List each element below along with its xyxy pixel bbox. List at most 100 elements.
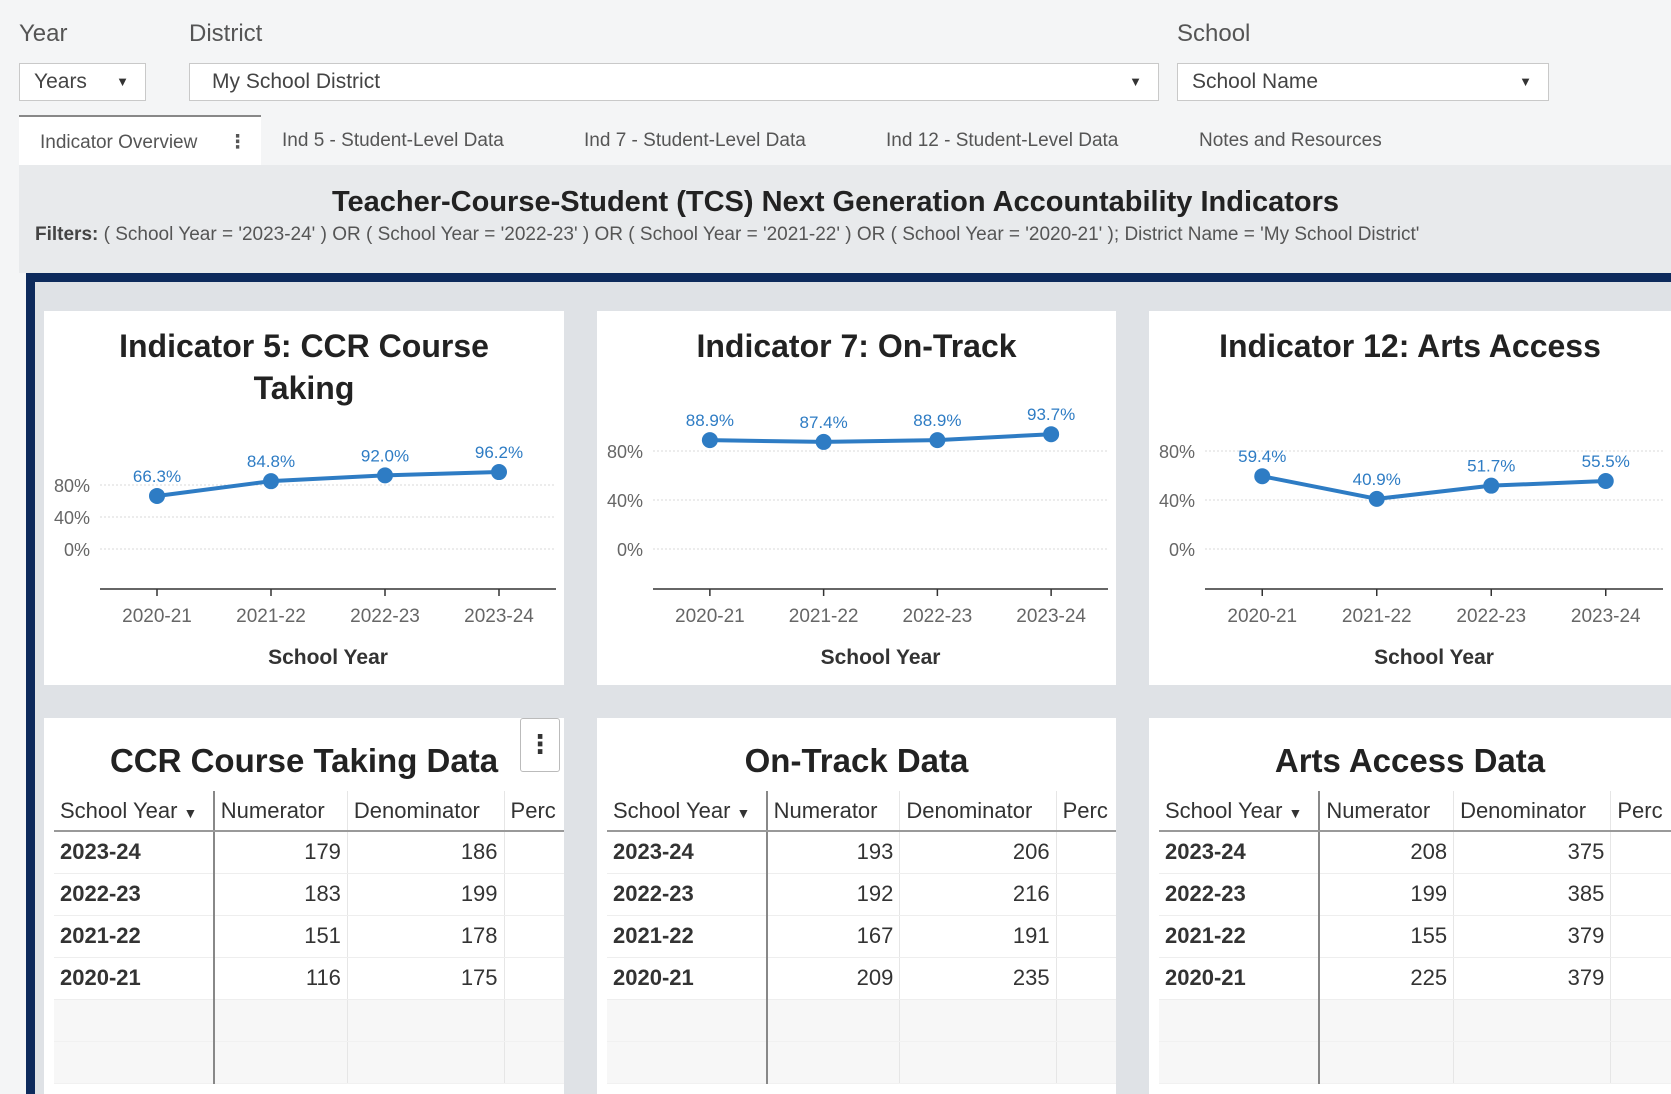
data-label: 66.3% xyxy=(133,467,181,486)
column-header-denominator[interactable]: Denominator xyxy=(347,791,505,832)
data-point xyxy=(701,432,718,449)
district-select[interactable]: My School District ▼ xyxy=(189,63,1159,101)
column-header-perc[interactable]: Perc xyxy=(504,791,564,832)
column-header-label: Numerator xyxy=(773,797,878,823)
column-header-label: Perc xyxy=(1062,797,1108,823)
table-row[interactable]: 2020-21 209 235 xyxy=(607,957,1116,1000)
column-header-perc[interactable]: Perc xyxy=(1610,791,1671,832)
tab-indicator-overview[interactable]: Indicator Overview ⋮ xyxy=(19,115,261,165)
cell-perc xyxy=(504,873,564,916)
column-header-school-year[interactable]: School Year ▼ xyxy=(1159,791,1321,832)
table-row[interactable]: 2020-21 225 379 xyxy=(1159,957,1671,1000)
sort-caret-down-icon[interactable]: ▼ xyxy=(1288,805,1302,821)
empty-cell xyxy=(899,1041,1057,1084)
cell-perc xyxy=(1610,873,1671,916)
data-label: 92.0% xyxy=(361,446,409,465)
tab-ind5-student-level[interactable]: Ind 5 - Student-Level Data xyxy=(282,115,504,165)
column-header-denominator[interactable]: Denominator xyxy=(1453,791,1612,832)
tab-label: Indicator Overview xyxy=(40,132,198,153)
sort-caret-down-icon[interactable]: ▼ xyxy=(183,805,197,821)
data-point xyxy=(1597,473,1614,490)
table-row[interactable]: 2020-21 116 175 xyxy=(54,957,564,1000)
report-header xyxy=(19,165,1671,273)
data-point xyxy=(1254,468,1271,485)
x-tick-label: 2023-24 xyxy=(1571,606,1641,627)
table-row[interactable]: 2021-22 151 178 xyxy=(54,915,564,958)
table-header-row: School Year ▼ Numerator Denominator Perc xyxy=(1159,791,1671,832)
table-row[interactable]: 2023-24 193 206 xyxy=(607,831,1116,874)
tab-ind12-student-level[interactable]: Ind 12 - Student-Level Data xyxy=(886,115,1118,165)
cell-den: 385 xyxy=(1453,873,1612,916)
x-tick-label: 2021-22 xyxy=(236,606,306,627)
empty-cell xyxy=(1610,999,1671,1042)
empty-cell xyxy=(1159,1041,1321,1084)
column-header-numerator[interactable]: Numerator xyxy=(766,791,901,832)
cell-den: 216 xyxy=(899,873,1057,916)
column-header-school-year[interactable]: School Year ▼ xyxy=(607,791,768,832)
column-header-denominator[interactable]: Denominator xyxy=(899,791,1057,832)
table-header-row: School Year ▼ Numerator Denominator Perc xyxy=(54,791,564,832)
caret-down-icon: ▼ xyxy=(1129,74,1142,89)
cell-perc xyxy=(1610,957,1671,1000)
cell-year: 2023-24 xyxy=(607,831,768,874)
column-header-label: Numerator xyxy=(220,797,325,823)
cell-num: 199 xyxy=(1319,873,1455,916)
chart-title: Taking xyxy=(254,370,355,406)
indicator-5-chart-card: Indicator 5: CCR Course Taking 80% 40% 0% 202… xyxy=(44,311,564,685)
school-select[interactable]: School Name ▼ xyxy=(1177,63,1549,101)
data-label: 84.8% xyxy=(247,452,295,471)
table-row[interactable]: 2023-24 179 186 xyxy=(54,831,564,874)
tab-notes-resources[interactable]: Notes and Resources xyxy=(1199,115,1382,165)
empty-row xyxy=(54,1041,564,1084)
table-row[interactable]: 2022-23 183 199 xyxy=(54,873,564,916)
column-header-numerator[interactable]: Numerator xyxy=(1319,791,1455,832)
tab-ind7-student-level[interactable]: Ind 7 - Student-Level Data xyxy=(584,115,806,165)
empty-cell xyxy=(1610,1041,1671,1084)
empty-cell xyxy=(1453,1041,1612,1084)
cell-perc xyxy=(1056,915,1116,958)
y-tick-label: 40% xyxy=(1159,491,1195,511)
table-row[interactable]: 2022-23 192 216 xyxy=(607,873,1116,916)
year-select[interactable]: Years ▼ xyxy=(19,63,146,101)
table-row[interactable]: 2023-24 208 375 xyxy=(1159,831,1671,874)
data-table: School Year ▼ Numerator Denominator Perc 2023… xyxy=(1159,791,1671,1084)
table-row[interactable]: 2021-22 155 379 xyxy=(1159,915,1671,958)
cell-num: 155 xyxy=(1319,915,1455,958)
empty-row xyxy=(1159,1041,1671,1084)
arts-access-table-card: Arts Access Data School Year ▼ Numerator De… xyxy=(1149,718,1671,1094)
more-vertical-icon[interactable]: ⋮ xyxy=(520,718,560,772)
cell-year: 2022-23 xyxy=(607,873,768,916)
column-header-numerator[interactable]: Numerator xyxy=(213,791,348,832)
filters-summary-label: Filters: xyxy=(35,224,99,245)
empty-row xyxy=(54,999,564,1042)
table-header-row: School Year ▼ Numerator Denominator Perc xyxy=(607,791,1116,832)
cell-num: 193 xyxy=(766,831,901,874)
cell-perc xyxy=(1056,873,1116,916)
ccr-course-taking-table-card: CCR Course Taking Data School Year ▼ Numer… xyxy=(44,718,564,1094)
column-header-label: Denominator xyxy=(353,797,480,823)
table-row[interactable]: 2021-22 167 191 xyxy=(607,915,1116,958)
more-vertical-icon[interactable]: ⋮ xyxy=(228,131,247,154)
empty-cell xyxy=(607,999,768,1042)
data-label: 93.7% xyxy=(1027,405,1075,424)
data-point xyxy=(263,473,279,490)
x-tick-label: 2023-24 xyxy=(1016,606,1086,627)
on-track-table-card: On-Track Data School Year ▼ Numerator Denom… xyxy=(597,718,1116,1094)
data-label: 40.9% xyxy=(1353,470,1401,489)
empty-cell xyxy=(1056,999,1116,1042)
sort-caret-down-icon[interactable]: ▼ xyxy=(736,805,750,821)
column-header-perc[interactable]: Perc xyxy=(1056,791,1116,832)
school-select-value: School Name xyxy=(1192,70,1319,93)
filters-summary-text: ( School Year = '2023-24' ) OR ( School … xyxy=(103,224,1420,245)
table-title: CCR Course Taking Data xyxy=(109,742,499,779)
empty-cell xyxy=(504,1041,564,1084)
x-tick-label: 2023-24 xyxy=(464,606,534,627)
table-title: Arts Access Data xyxy=(1274,742,1546,779)
column-header-school-year[interactable]: School Year ▼ xyxy=(54,791,215,832)
y-tick-label: 0% xyxy=(64,540,90,560)
empty-cell xyxy=(766,1041,901,1084)
empty-row xyxy=(607,999,1116,1042)
cell-den: 235 xyxy=(899,957,1057,1000)
cell-den: 199 xyxy=(347,873,505,916)
table-row[interactable]: 2022-23 199 385 xyxy=(1159,873,1671,916)
